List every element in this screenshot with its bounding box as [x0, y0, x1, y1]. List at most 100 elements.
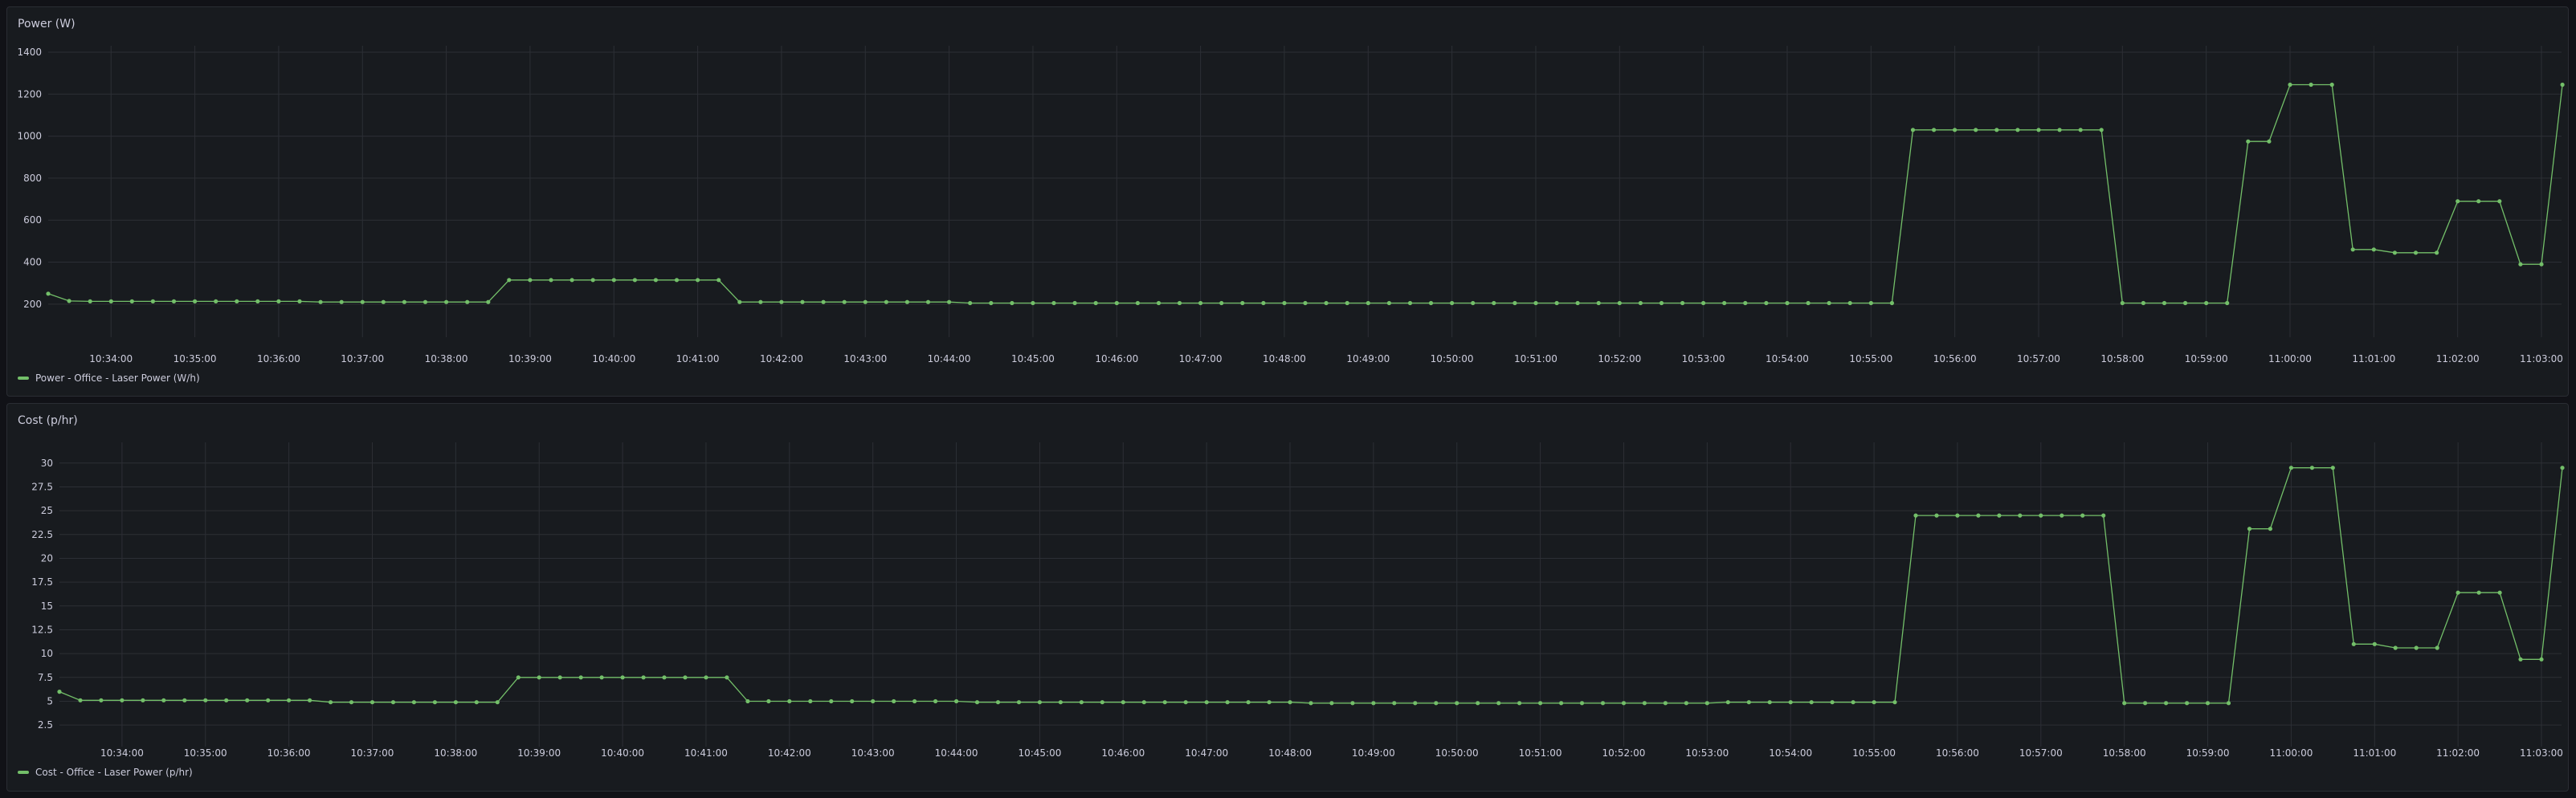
data-point[interactable] — [1872, 700, 1876, 705]
data-point[interactable] — [369, 700, 375, 705]
data-point[interactable] — [1638, 300, 1643, 306]
data-point[interactable] — [193, 299, 198, 303]
data-point[interactable] — [255, 299, 260, 303]
data-point[interactable] — [2247, 527, 2252, 531]
data-point[interactable] — [2204, 300, 2209, 306]
data-point[interactable] — [2057, 128, 2062, 132]
data-point[interactable] — [1642, 701, 1647, 706]
data-point[interactable] — [465, 299, 470, 304]
data-point[interactable] — [1324, 300, 1329, 306]
data-point[interactable] — [1994, 128, 1999, 132]
data-point[interactable] — [1476, 701, 1480, 706]
data-point[interactable] — [1093, 300, 1098, 306]
data-point[interactable] — [1288, 700, 1292, 705]
data-point[interactable] — [842, 299, 847, 304]
data-point[interactable] — [2435, 645, 2439, 650]
data-point[interactable] — [1072, 300, 1077, 306]
data-point[interactable] — [1450, 300, 1455, 306]
data-point[interactable] — [1100, 700, 1104, 705]
data-point[interactable] — [1663, 701, 1668, 706]
data-point[interactable] — [2205, 701, 2211, 706]
data-point[interactable] — [2414, 645, 2419, 650]
data-point[interactable] — [1847, 300, 1852, 306]
data-point[interactable] — [779, 299, 784, 304]
data-point[interactable] — [2456, 199, 2460, 204]
data-point[interactable] — [557, 675, 562, 680]
data-point[interactable] — [590, 278, 595, 283]
data-point[interactable] — [2164, 701, 2169, 706]
data-point[interactable] — [2309, 82, 2313, 88]
data-point[interactable] — [1830, 700, 1835, 705]
data-point[interactable] — [1684, 701, 1688, 706]
data-point[interactable] — [2078, 128, 2083, 132]
data-point[interactable] — [1746, 700, 1751, 705]
data-point[interactable] — [287, 698, 292, 702]
data-point[interactable] — [1303, 300, 1308, 306]
data-point[interactable] — [1704, 701, 1709, 706]
data-point[interactable] — [1743, 300, 1748, 306]
data-point[interactable] — [1910, 128, 1916, 132]
data-point[interactable] — [2015, 128, 2020, 132]
data-point[interactable] — [129, 299, 134, 303]
data-point[interactable] — [2162, 300, 2167, 306]
data-point[interactable] — [1955, 513, 1960, 518]
data-point[interactable] — [318, 299, 323, 304]
data-point[interactable] — [1240, 300, 1245, 306]
data-point[interactable] — [2039, 513, 2043, 518]
data-point[interactable] — [1785, 300, 1790, 306]
data-point[interactable] — [453, 700, 459, 705]
data-point[interactable] — [2456, 590, 2460, 595]
data-point[interactable] — [1267, 700, 1272, 705]
legend-item[interactable]: Cost - Office - Laser Power (p/hr) — [18, 767, 193, 778]
data-point[interactable] — [1121, 700, 1125, 705]
data-point[interactable] — [444, 299, 449, 304]
data-point[interactable] — [2497, 590, 2502, 595]
data-point[interactable] — [674, 278, 680, 283]
data-point[interactable] — [1680, 300, 1685, 306]
data-point[interactable] — [2518, 262, 2523, 267]
data-point[interactable] — [2435, 250, 2439, 255]
data-point[interactable] — [1225, 700, 1230, 705]
data-point[interactable] — [745, 698, 750, 704]
data-point[interactable] — [88, 299, 92, 303]
data-point[interactable] — [632, 278, 638, 283]
data-point[interactable] — [1575, 300, 1580, 306]
data-point[interactable] — [611, 278, 616, 283]
data-point[interactable] — [1177, 300, 1182, 306]
data-point[interactable] — [2018, 513, 2023, 518]
data-point[interactable] — [974, 700, 980, 705]
data-point[interactable] — [516, 675, 521, 680]
data-point[interactable] — [995, 700, 1001, 705]
data-point[interactable] — [549, 278, 553, 283]
data-point[interactable] — [1037, 700, 1042, 705]
data-point[interactable] — [2185, 701, 2190, 706]
data-point[interactable] — [99, 698, 104, 702]
data-point[interactable] — [2518, 657, 2523, 662]
data-point[interactable] — [1513, 300, 1517, 306]
data-point[interactable] — [1428, 300, 1434, 306]
data-point[interactable] — [871, 698, 876, 704]
data-point[interactable] — [2372, 641, 2377, 646]
data-point[interactable] — [2330, 466, 2335, 470]
data-point[interactable] — [766, 698, 771, 704]
data-point[interactable] — [2080, 513, 2085, 518]
data-point[interactable] — [2099, 128, 2104, 132]
data-point[interactable] — [2226, 701, 2231, 706]
data-point[interactable] — [1559, 701, 1564, 706]
data-point[interactable] — [67, 299, 71, 303]
data-point[interactable] — [2309, 466, 2314, 470]
data-point[interactable] — [203, 698, 208, 702]
data-point[interactable] — [1788, 700, 1793, 705]
data-point[interactable] — [968, 300, 973, 306]
data-point[interactable] — [120, 698, 125, 702]
data-point[interactable] — [1282, 300, 1287, 306]
data-point[interactable] — [1976, 513, 1981, 518]
data-point[interactable] — [2476, 590, 2481, 595]
data-point[interactable] — [933, 698, 938, 704]
data-point[interactable] — [904, 299, 909, 304]
data-point[interactable] — [182, 698, 187, 702]
data-point[interactable] — [1156, 300, 1161, 306]
data-point[interactable] — [1764, 300, 1769, 306]
data-point[interactable] — [1392, 701, 1397, 706]
data-point[interactable] — [2351, 641, 2356, 646]
